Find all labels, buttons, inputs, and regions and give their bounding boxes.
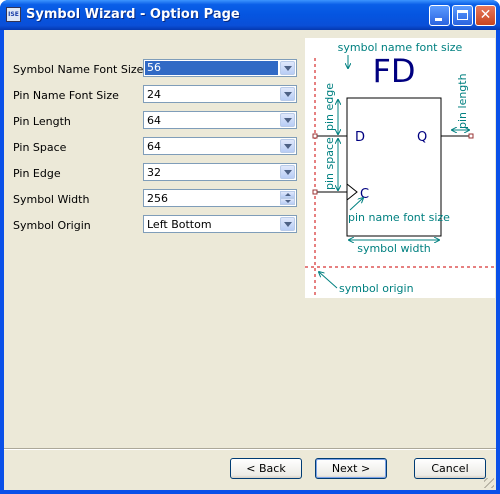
label-pin-space: Pin Space [13,141,67,154]
resize-grip[interactable] [484,478,494,488]
symbol-origin-arrow [319,272,338,289]
pin-space-value: 64 [147,140,161,153]
symbol-name-font-size-annotation: symbol name font size [338,41,463,54]
maximize-icon [457,10,468,20]
symbol-width-annotation: symbol width [357,242,431,255]
symbol-origin-value: Left Bottom [147,218,212,231]
symbol-name-font-size-select[interactable]: 56 [143,59,297,77]
symbol-width-value: 256 [147,192,168,205]
pin-edge-annotation: pin edge [323,83,336,131]
window-title: Symbol Wizard - Option Page [26,7,240,22]
chevron-down-icon[interactable] [280,61,295,75]
chevron-down-icon[interactable] [280,113,295,127]
pin-edge-value: 32 [147,166,161,179]
symbol-wizard-window: ISE Symbol Wizard - Option Page ✕ Symbol… [0,0,500,494]
label-symbol-width: Symbol Width [13,193,90,206]
maximize-button[interactable] [452,5,473,26]
button-separator [4,448,496,450]
symbol-name-text: FD [372,52,415,90]
label-pin-length: Pin Length [13,115,71,128]
chevron-down-icon[interactable] [280,87,295,101]
close-icon: ✕ [479,7,492,23]
title-bar[interactable]: ISE Symbol Wizard - Option Page ✕ [0,0,500,30]
symbol-name-font-size-value: 56 [145,61,278,75]
pin-space-annotation: pin space [323,137,336,190]
label-symbol-name-font-size: Symbol Name Font Size [13,63,144,76]
pin-space-select[interactable]: 64 [143,137,297,155]
pin-d-end [312,133,318,139]
label-pin-name-font-size: Pin Name Font Size [13,89,119,102]
pin-q-label: Q [417,130,427,145]
pin-d-label: D [355,130,365,145]
pin-c-end [312,189,318,195]
pin-edge-select[interactable]: 32 [143,163,297,181]
label-pin-edge: Pin Edge [13,167,61,180]
next-button[interactable]: Next > [315,458,387,479]
wizard-body: Symbol Name Font Size Pin Name Font Size… [4,30,496,490]
pin-name-font-size-value: 24 [147,88,161,101]
label-symbol-origin: Symbol Origin [13,219,91,232]
symbol-origin-select[interactable]: Left Bottom [143,215,297,233]
pin-name-font-size-select[interactable]: 24 [143,85,297,103]
pin-name-font-size-annotation: pin name font size [348,211,450,224]
pin-length-select[interactable]: 64 [143,111,297,129]
chevron-down-icon[interactable] [280,165,295,179]
cancel-button[interactable]: Cancel [414,458,486,479]
spin-up-icon[interactable] [280,191,295,198]
minimize-icon [435,18,442,21]
chevron-down-icon[interactable] [280,217,295,231]
pin-length-annotation: pin length [456,73,469,129]
symbol-width-spinner[interactable]: 256 [143,189,297,207]
spin-down-icon[interactable] [280,198,295,205]
minimize-button[interactable] [429,5,450,26]
symbol-origin-annotation: symbol origin [339,282,414,295]
pin-q-end [468,133,474,139]
symbol-diagram-svg: FD D Q C symbol name font size pin edge … [305,41,495,298]
close-button[interactable]: ✕ [475,5,496,26]
spinner-buttons [280,191,295,205]
symbol-preview-diagram: FD D Q C symbol name font size pin edge … [305,38,495,298]
pin-length-value: 64 [147,114,161,127]
back-button[interactable]: < Back [230,458,302,479]
chevron-down-icon[interactable] [280,139,295,153]
app-icon: ISE [6,7,21,22]
